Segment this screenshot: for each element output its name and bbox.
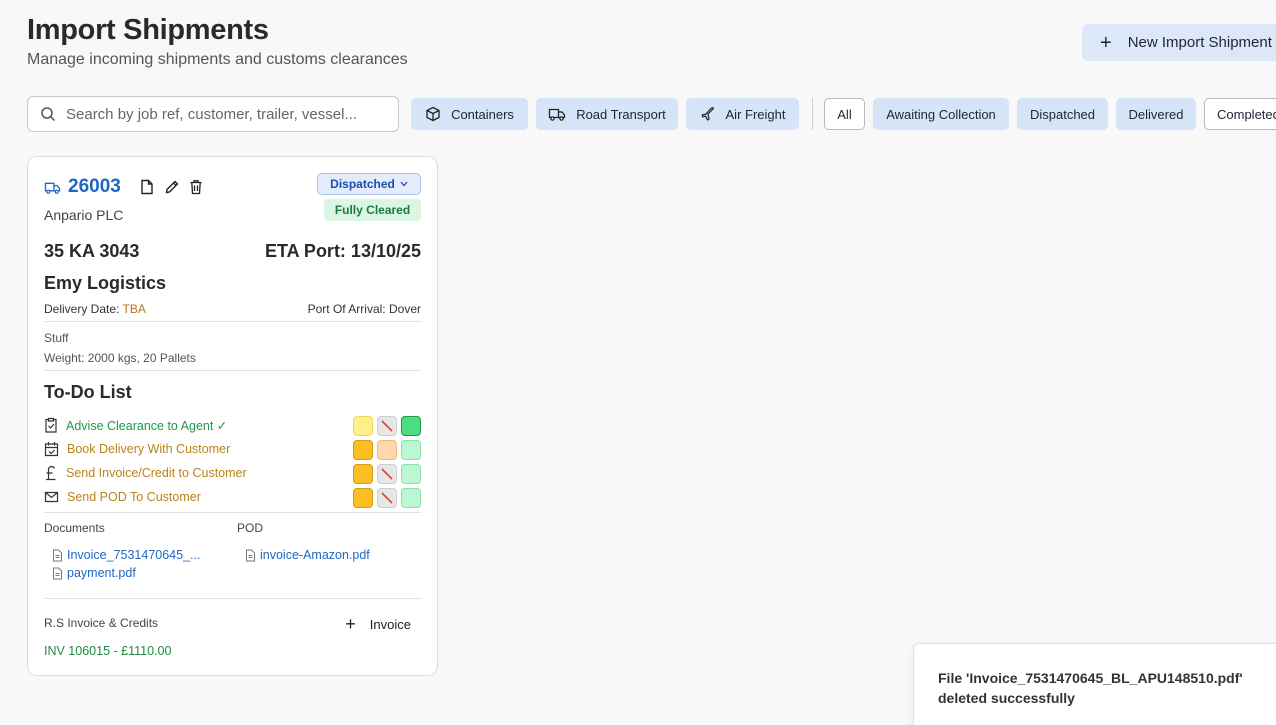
delete-trash-icon[interactable] — [189, 179, 203, 195]
clearance-badge: Fully Cleared — [324, 199, 421, 221]
eta-port: ETA Port: 13/10/25 — [264, 241, 421, 261]
status-filter-dispatched[interactable]: Dispatched — [1017, 98, 1108, 130]
goods-description: Stuff — [44, 331, 69, 345]
todo-status-pending[interactable] — [353, 416, 373, 436]
truck-icon — [44, 182, 61, 194]
todo-status-pending[interactable] — [353, 464, 373, 484]
job-ref-link[interactable]: 26003 — [68, 176, 121, 198]
plane-icon — [700, 107, 714, 121]
todo-label: Book Delivery With Customer — [67, 442, 231, 456]
todo-status-not-applicable[interactable] — [377, 488, 397, 508]
search-input[interactable] — [66, 105, 366, 123]
port-of-arrival: Port Of Arrival: Dover — [307, 302, 421, 316]
haulier-name: Emy Logistics — [44, 273, 167, 293]
invoices-label: R.S Invoice & Credits — [44, 616, 159, 630]
document-link-label: payment.pdf — [67, 566, 136, 580]
truck-icon — [549, 108, 566, 121]
todo-status-pending[interactable] — [353, 488, 373, 508]
document-link-label: Invoice_7531470645_... — [67, 548, 201, 562]
trailer-number: 35 KA 3043 — [44, 241, 140, 261]
todo-label: Advise Clearance to Agent ✓ — [66, 418, 228, 433]
mail-icon — [44, 491, 59, 503]
status-filter-delivered[interactable]: Delivered — [1116, 98, 1196, 130]
filter-containers-label: Containers — [451, 106, 514, 122]
file-icon — [53, 549, 62, 561]
container-box-icon — [426, 106, 440, 122]
todo-status-pending[interactable] — [353, 440, 373, 460]
chevron-down-icon — [400, 181, 408, 187]
divider — [44, 598, 421, 599]
todo-title: To-Do List — [44, 382, 132, 402]
divider — [44, 321, 421, 322]
filter-divider — [812, 98, 813, 130]
todo-status-done[interactable] — [401, 464, 421, 484]
toast-message: File 'Invoice_7531470645_BL_APU148510.pd… — [938, 670, 1243, 706]
new-import-shipment-button[interactable]: + New Import Shipment — [1082, 24, 1276, 61]
todo-status-not-applicable[interactable] — [377, 464, 397, 484]
delivery-date-value: TBA — [122, 302, 146, 316]
filter-containers[interactable]: Containers — [411, 98, 528, 130]
delivery-date-label: Delivery Date: — [44, 302, 120, 316]
pod-label: POD — [237, 521, 264, 535]
filter-road-transport-label: Road Transport — [576, 106, 666, 122]
search-box[interactable] — [27, 96, 399, 132]
pound-icon — [46, 465, 56, 481]
file-icon — [53, 567, 62, 579]
goods-weight: Weight: 2000 kgs, 20 Pallets — [44, 351, 196, 365]
status-filter-completed[interactable]: Completed — [1204, 98, 1276, 130]
todo-status-not-applicable[interactable] — [377, 416, 397, 436]
delivery-date: Delivery Date: TBA — [44, 302, 146, 316]
clipboard-check-icon — [45, 417, 57, 433]
status-dropdown[interactable]: Dispatched — [317, 173, 421, 195]
status-filter-awaiting-collection[interactable]: Awaiting Collection — [873, 98, 1009, 130]
todo-status-done[interactable] — [401, 416, 421, 436]
pod-document-link[interactable]: invoice-Amazon.pdf — [245, 548, 370, 562]
new-import-shipment-label: New Import Shipment — [1127, 34, 1272, 51]
toast-notification: File 'Invoice_7531470645_BL_APU148510.pd… — [913, 643, 1276, 725]
pod-document-link-label: invoice-Amazon.pdf — [260, 548, 370, 562]
filter-air-freight-label: Air Freight — [725, 106, 786, 122]
documents-label: Documents — [44, 521, 105, 535]
file-icon — [246, 549, 255, 561]
todo-label: Send Invoice/Credit to Customer — [66, 466, 247, 480]
filter-air-freight[interactable]: Air Freight — [686, 98, 799, 130]
edit-pencil-icon[interactable] — [164, 179, 180, 195]
todo-status-done[interactable] — [401, 488, 421, 508]
plus-icon: + — [345, 614, 356, 634]
todo-status-in-progress[interactable] — [377, 440, 397, 460]
document-icon[interactable] — [140, 179, 154, 195]
divider — [44, 370, 421, 371]
page-subtitle: Manage incoming shipments and customs cl… — [27, 51, 408, 68]
shipment-card: 26003 Dispatched Fully Cleared Anpario P… — [27, 156, 438, 676]
status-filter-all[interactable]: All — [824, 98, 865, 130]
add-invoice-button[interactable]: + Invoice — [345, 615, 411, 633]
customer-name: Anpario PLC — [44, 207, 124, 223]
calendar-check-icon — [44, 442, 59, 457]
divider — [44, 512, 421, 513]
search-icon — [41, 107, 56, 122]
plus-icon: + — [1100, 31, 1112, 54]
filter-road-transport[interactable]: Road Transport — [536, 98, 678, 130]
document-link[interactable]: payment.pdf — [52, 566, 136, 580]
invoice-entry[interactable]: INV 106015 - £1110.00 — [44, 644, 171, 658]
todo-label: Send POD To Customer — [67, 490, 201, 504]
page-title: Import Shipments — [27, 14, 269, 46]
add-invoice-label: Invoice — [369, 616, 411, 632]
todo-status-done[interactable] — [401, 440, 421, 460]
status-dropdown-label: Dispatched — [330, 177, 395, 191]
document-link[interactable]: Invoice_7531470645_... — [52, 548, 200, 562]
